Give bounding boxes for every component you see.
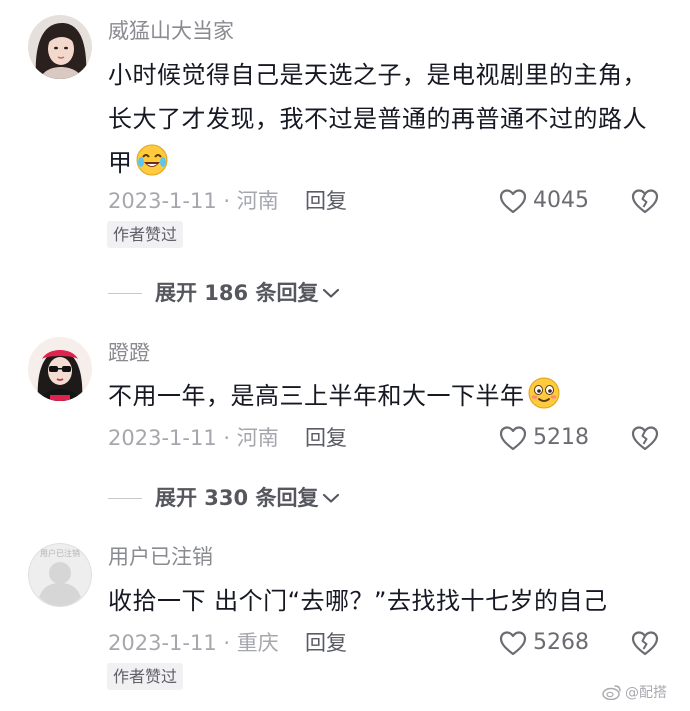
reply-button[interactable]: 回复 <box>305 187 347 215</box>
comment-body: 不用一年，是高三上半年和大一下半年 <box>108 382 525 410</box>
reply-button[interactable]: 回复 <box>305 629 347 657</box>
expand-replies-button[interactable]: 展开 186 条回复 <box>108 279 340 307</box>
heart-icon <box>499 189 527 214</box>
avatar[interactable]: 用户已注销 <box>28 543 92 607</box>
comment-meta: 2023-1-11 · 河南 <box>108 426 279 450</box>
comment-meta: 2023-1-11 · 重庆 <box>108 631 279 655</box>
broken-heart-icon <box>631 426 659 451</box>
watermark-text: @配搭 <box>625 685 667 701</box>
avatar[interactable] <box>28 15 92 79</box>
comment-text: 收拾一下 出个门“去哪？”去找找十七岁的自己 <box>108 579 668 623</box>
chevron-down-icon <box>323 493 340 503</box>
comment-meta: 2023-1-11 · 河南 <box>108 189 279 213</box>
like-count: 5268 <box>533 630 589 655</box>
expand-replies-label: 展开 330 条回复 <box>155 486 319 510</box>
like-count: 4045 <box>533 188 589 213</box>
comment-text: 不用一年，是高三上半年和大一下半年 <box>108 374 668 418</box>
avatar[interactable] <box>28 337 92 401</box>
divider-line <box>108 292 142 294</box>
chevron-down-icon <box>323 288 340 298</box>
heart-icon <box>499 426 527 451</box>
expand-replies-label: 展开 186 条回复 <box>155 281 319 305</box>
broken-heart-icon <box>631 189 659 214</box>
watermark: @配搭 <box>602 682 667 702</box>
comment-body: 收拾一下 出个门“去哪？”去找找十七岁的自己 <box>108 587 608 615</box>
like-button[interactable]: 5268 <box>499 628 589 658</box>
reply-button[interactable]: 回复 <box>305 424 347 452</box>
username[interactable]: 威猛山大当家 <box>108 17 234 45</box>
like-count: 5218 <box>533 425 589 450</box>
like-button[interactable]: 4045 <box>499 186 589 216</box>
dislike-button[interactable] <box>631 187 659 215</box>
author-liked-badge: 作者赞过 <box>107 221 184 248</box>
dislike-button[interactable] <box>631 424 659 452</box>
expand-replies-button[interactable]: 展开 330 条回复 <box>108 484 340 512</box>
laugh-cry-emoji-icon <box>135 143 169 177</box>
avatar-caption: 用户已注销 <box>40 549 80 558</box>
username[interactable]: 用户已注销 <box>108 543 213 571</box>
username[interactable]: 蹬蹬 <box>108 339 150 367</box>
heart-icon <box>499 631 527 656</box>
dislike-button[interactable] <box>631 629 659 657</box>
comment-body: 小时候觉得自己是天选之子，是电视剧里的主角，长大了才发现，我不过是普通的再普通不… <box>108 61 647 177</box>
comment-text: 小时候觉得自己是天选之子，是电视剧里的主角，长大了才发现，我不过是普通的再普通不… <box>108 53 668 185</box>
weibo-logo-icon <box>602 685 621 700</box>
author-liked-badge: 作者赞过 <box>107 663 184 690</box>
smile-emoji-icon <box>527 376 561 410</box>
broken-heart-icon <box>631 631 659 656</box>
like-button[interactable]: 5218 <box>499 423 589 453</box>
divider-line <box>108 497 142 499</box>
